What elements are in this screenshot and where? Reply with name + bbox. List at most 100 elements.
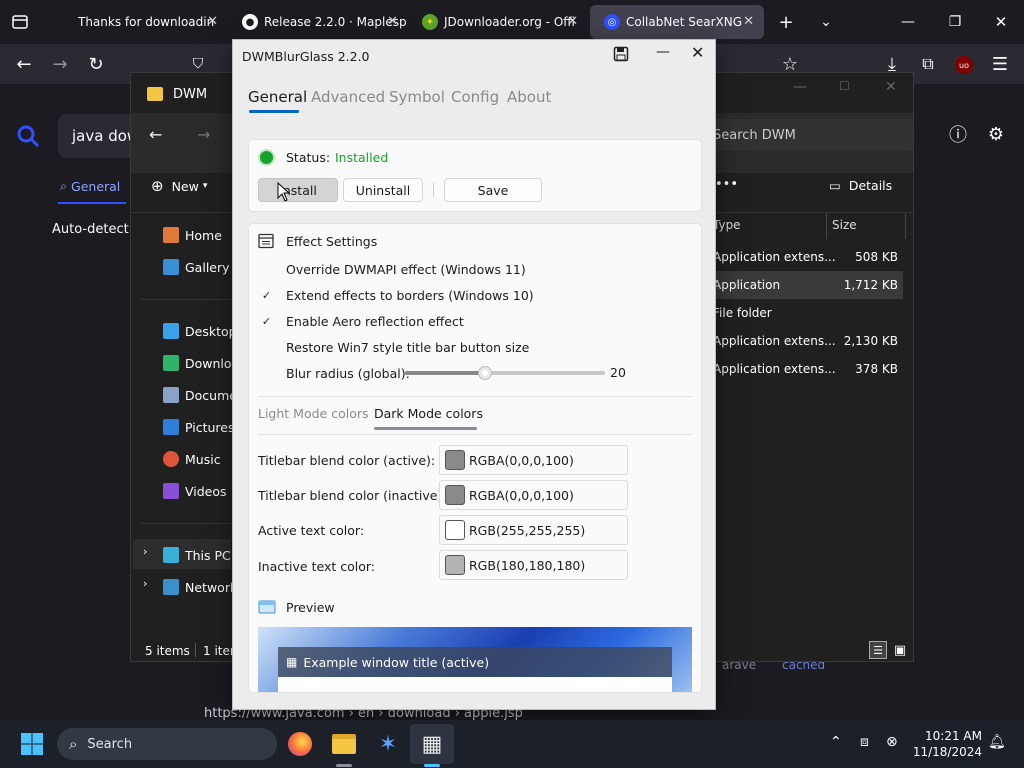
install-button[interactable]: Install bbox=[258, 178, 338, 202]
color-swatch bbox=[445, 450, 465, 470]
table-row[interactable]: Application 1,712 KB bbox=[713, 271, 903, 299]
option-aero-reflection[interactable]: ✓ Enable Aero reflection effect bbox=[260, 310, 464, 332]
back-icon[interactable]: ← bbox=[149, 125, 162, 144]
option-win7-buttons[interactable]: Restore Win7 style title bar button size bbox=[260, 336, 529, 358]
new-button[interactable]: ⊕ New ▾ bbox=[151, 177, 207, 195]
ublock-icon[interactable]: uo bbox=[955, 56, 973, 74]
tab-light-mode-colors[interactable]: Light Mode colors bbox=[258, 406, 369, 421]
save-disk-icon[interactable] bbox=[613, 46, 629, 62]
table-row[interactable]: Application extens... 508 KB bbox=[713, 243, 903, 271]
details-button[interactable]: ▭ Details bbox=[829, 178, 892, 193]
sidebar-item-this-pc[interactable]: This PC bbox=[163, 541, 231, 569]
browser-tab-2[interactable]: ● Release 2.2.0 · Maplesp ✕ bbox=[228, 5, 408, 39]
table-row[interactable]: Application extens... 2,130 KB bbox=[713, 327, 903, 355]
checkbox[interactable]: ✓ bbox=[260, 289, 273, 302]
chevron-right-icon[interactable]: › bbox=[143, 545, 147, 558]
close-tab-icon[interactable]: ✕ bbox=[743, 14, 754, 29]
minimize-icon[interactable]: — bbox=[656, 44, 670, 60]
tab-overview-icon[interactable] bbox=[10, 12, 30, 32]
info-icon[interactable]: ⓘ bbox=[948, 124, 968, 146]
close-icon[interactable]: ✕ bbox=[991, 12, 1011, 32]
save-button[interactable]: Save bbox=[444, 178, 542, 202]
reload-icon[interactable]: ↻ bbox=[86, 54, 106, 75]
bookmark-star-icon[interactable]: ☆ bbox=[780, 54, 800, 75]
sidebar-item-downloads[interactable]: Downloa bbox=[163, 349, 239, 377]
forward-icon[interactable]: → bbox=[50, 54, 70, 75]
column-header-type[interactable]: Type bbox=[713, 218, 741, 232]
close-tab-icon[interactable]: ✕ bbox=[567, 14, 578, 29]
inactive-text-color-picker[interactable]: RGB(180,180,180) bbox=[439, 550, 628, 580]
tiles-view-icon[interactable]: ▣ bbox=[891, 641, 909, 659]
uninstall-button[interactable]: Uninstall bbox=[343, 178, 423, 202]
close-icon[interactable]: ✕ bbox=[885, 79, 897, 95]
sidebar-item-pictures[interactable]: Pictures bbox=[163, 413, 235, 441]
dwmblurglass-app-icon[interactable]: ▦ bbox=[416, 728, 448, 760]
menu-icon[interactable]: ☰ bbox=[990, 54, 1010, 75]
chevron-down-icon: ▾ bbox=[202, 181, 208, 191]
titlebar-inactive-color-picker[interactable]: RGBA(0,0,0,100) bbox=[439, 480, 628, 510]
back-icon[interactable]: ← bbox=[14, 54, 34, 75]
app-star-icon[interactable]: ✶ bbox=[372, 728, 404, 760]
new-tab-icon[interactable]: + bbox=[776, 12, 796, 33]
slider-thumb[interactable] bbox=[478, 366, 492, 380]
checkbox[interactable] bbox=[260, 263, 273, 276]
active-text-color-picker[interactable]: RGB(255,255,255) bbox=[439, 515, 628, 545]
details-view-icon[interactable]: ☰ bbox=[869, 641, 887, 659]
sidebar-item-desktop[interactable]: Desktop bbox=[163, 317, 237, 345]
clock[interactable]: 10:21 AM 11/18/2024 bbox=[912, 728, 982, 760]
tab-advanced[interactable]: Advanced bbox=[311, 88, 385, 106]
blur-radius-slider[interactable] bbox=[405, 366, 605, 380]
minimize-icon[interactable]: — bbox=[793, 79, 807, 95]
table-row[interactable]: Application extens... 378 KB bbox=[713, 355, 903, 383]
tab-dark-mode-colors[interactable]: Dark Mode colors bbox=[374, 406, 483, 421]
titlebar-active-color-picker[interactable]: RGBA(0,0,0,100) bbox=[439, 445, 628, 475]
sidebar-item-network[interactable]: Network bbox=[163, 573, 237, 601]
sidebar-item-gallery[interactable]: Gallery bbox=[163, 253, 230, 281]
chevron-up-icon[interactable]: ⌃ bbox=[830, 734, 842, 750]
forward-icon[interactable]: → bbox=[197, 125, 210, 144]
explorer-search-input[interactable]: Search DWM bbox=[701, 119, 913, 151]
maximize-icon[interactable]: ☐ bbox=[839, 79, 850, 93]
close-icon[interactable]: ✕ bbox=[691, 43, 704, 62]
chevron-down-icon[interactable]: ⌄ bbox=[816, 12, 836, 32]
network-status-icon[interactable]: ⧈ bbox=[860, 734, 869, 750]
maximize-icon[interactable]: ❐ bbox=[945, 12, 965, 32]
start-button[interactable] bbox=[16, 728, 48, 760]
checkbox[interactable]: ✓ bbox=[260, 315, 273, 328]
sidebar-item-home[interactable]: Home bbox=[163, 221, 222, 249]
auto-detect-label[interactable]: Auto-detect ( bbox=[52, 222, 138, 237]
more-options-icon[interactable]: ••• bbox=[715, 177, 738, 192]
downloads-icon[interactable]: ⤓ bbox=[882, 54, 902, 75]
table-row[interactable]: File folder bbox=[713, 299, 903, 327]
column-divider bbox=[905, 213, 906, 239]
close-tab-icon[interactable]: ✕ bbox=[207, 14, 218, 29]
browser-tab-3[interactable]: ✦ JDownloader.org - Offi ✕ bbox=[408, 5, 588, 39]
chevron-right-icon[interactable]: › bbox=[143, 577, 147, 590]
tab-general[interactable]: ⌕ General bbox=[60, 178, 120, 194]
option-blur-radius[interactable]: Blur radius (global): bbox=[260, 362, 410, 384]
volume-muted-icon[interactable]: ⊗ bbox=[886, 734, 898, 750]
tab-general[interactable]: General bbox=[248, 88, 307, 106]
browser-tab-1[interactable]: Thanks for downloadin ✕ bbox=[64, 5, 228, 39]
close-tab-icon[interactable]: ✕ bbox=[387, 14, 398, 29]
minimize-icon[interactable]: — bbox=[898, 12, 918, 32]
browser-tab-4[interactable]: ◎ CollabNet SearXNG ✕ bbox=[590, 5, 764, 39]
tab-config[interactable]: Config bbox=[451, 88, 499, 106]
checkbox[interactable] bbox=[260, 367, 273, 380]
checkbox[interactable] bbox=[260, 341, 273, 354]
file-explorer-icon[interactable] bbox=[328, 728, 360, 760]
option-extend-borders[interactable]: ✓ Extend effects to borders (Windows 10) bbox=[260, 284, 534, 306]
divider bbox=[258, 434, 692, 435]
sidebar-item-videos[interactable]: Videos bbox=[163, 477, 227, 505]
tab-symbol[interactable]: Symbol bbox=[389, 88, 445, 106]
shield-icon[interactable]: ⛉ bbox=[188, 54, 208, 74]
tab-about[interactable]: About bbox=[507, 88, 551, 106]
option-override-dwmapi[interactable]: Override DWMAPI effect (Windows 11) bbox=[260, 258, 526, 280]
column-header-size[interactable]: Size bbox=[832, 218, 857, 232]
extensions-icon[interactable]: ⧉ bbox=[918, 54, 938, 74]
notification-bell-icon[interactable]: 🔔︎ bbox=[988, 734, 1006, 750]
sidebar-item-music[interactable]: Music bbox=[163, 445, 221, 473]
settings-gear-icon[interactable]: ⚙ bbox=[986, 124, 1006, 145]
firefox-icon[interactable] bbox=[284, 728, 316, 760]
taskbar-search[interactable]: ⌕ Search bbox=[57, 728, 277, 760]
